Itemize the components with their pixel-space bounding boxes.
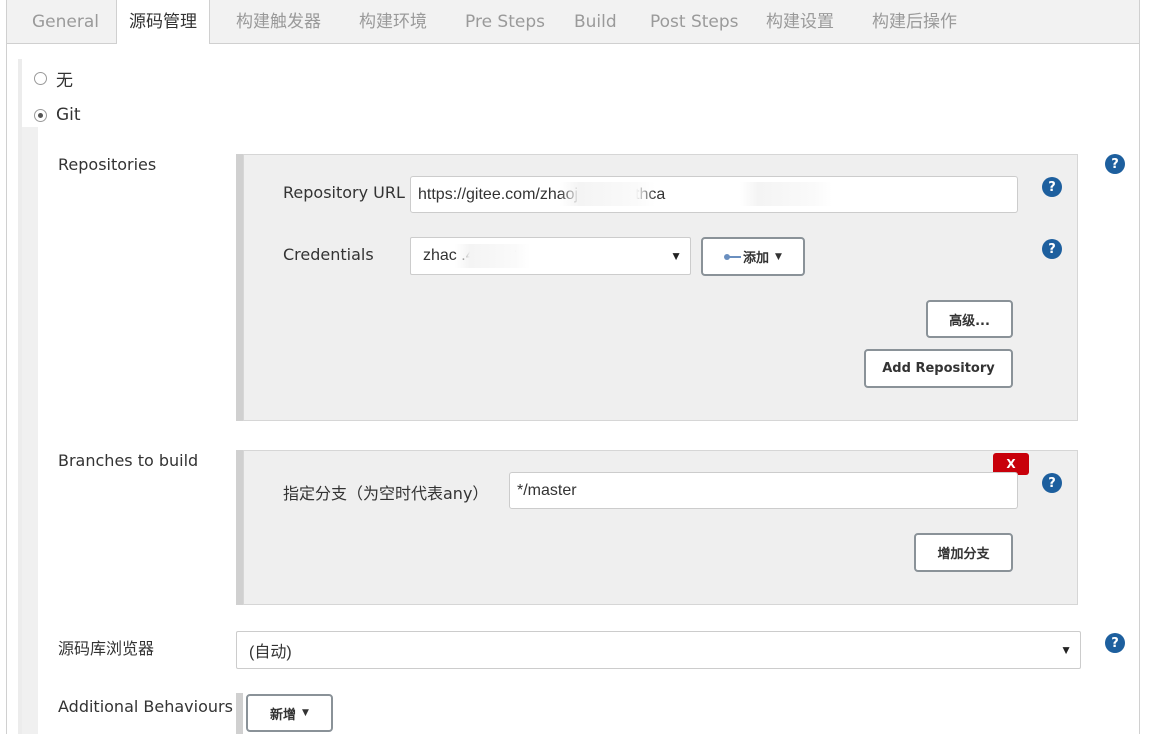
repository-url-label: Repository URL <box>283 183 405 202</box>
add-branch-button[interactable]: 增加分支 <box>914 533 1013 572</box>
help-icon[interactable]: ? <box>1042 473 1062 493</box>
add-repository-label: Add Repository <box>882 361 995 376</box>
help-icon[interactable]: ? <box>1105 154 1125 174</box>
chevron-down-icon: ▼ <box>302 708 309 718</box>
branch-specifier-label: 指定分支（为空时代表any） <box>283 484 489 503</box>
add-repository-button[interactable]: Add Repository <box>864 349 1013 388</box>
tab-post-steps[interactable]: Post Steps <box>650 0 739 44</box>
redaction-blur <box>740 182 832 206</box>
scm-option-none[interactable]: 无 <box>34 67 73 91</box>
repository-browser-label: 源码库浏览器 <box>58 639 155 658</box>
branch-specifier-value: */master <box>517 481 577 499</box>
tab-post-build-actions[interactable]: 构建后操作 <box>872 0 957 44</box>
tab-pre-steps[interactable]: Pre Steps <box>465 0 545 44</box>
repository-browser-value: (自动) <box>249 644 292 661</box>
key-icon <box>724 253 742 261</box>
repositories-label: Repositories <box>58 155 157 174</box>
help-icon[interactable]: ? <box>1042 239 1062 259</box>
add-behaviour-label: 新增 <box>270 707 297 723</box>
tab-source-management[interactable]: 源码管理 <box>116 0 210 45</box>
radio-git[interactable] <box>34 108 47 122</box>
branches-label: Branches to build <box>58 451 199 470</box>
tab-build-triggers[interactable]: 构建触发器 <box>236 0 321 44</box>
branches-block-bar <box>236 450 243 605</box>
chevron-down-icon: ▼ <box>775 251 782 262</box>
branch-specifier-input[interactable]: */master <box>509 472 1018 509</box>
tab-general[interactable]: General <box>32 0 99 44</box>
repository-url-input[interactable]: https://gitee.com/zhaoj 14/healthca <box>410 176 1018 213</box>
caret-down-icon: ▼ <box>1060 643 1072 657</box>
git-indent-bar <box>22 127 38 734</box>
help-icon[interactable]: ? <box>1105 633 1125 653</box>
tab-build[interactable]: Build <box>574 0 617 44</box>
add-branch-label: 增加分支 <box>937 547 990 562</box>
credentials-select[interactable]: zhac .4/****** ▼ <box>410 237 691 275</box>
help-icon[interactable]: ? <box>1042 177 1062 197</box>
repositories-block-bar <box>236 154 243 421</box>
tab-build-environment[interactable]: 构建环境 <box>359 0 427 44</box>
behaviours-block-bar <box>236 693 243 734</box>
caret-down-icon: ▼ <box>670 249 682 263</box>
tab-bar: General 源码管理 构建触发器 构建环境 Pre Steps Build … <box>6 0 1140 45</box>
advanced-button[interactable]: 高级... <box>926 300 1013 338</box>
additional-behaviours-label: Additional Behaviours <box>58 697 233 716</box>
scm-option-none-label: 无 <box>56 70 73 91</box>
scm-option-git[interactable]: Git <box>34 104 81 126</box>
tab-build-settings[interactable]: 构建设置 <box>766 0 834 44</box>
scm-option-git-label: Git <box>56 105 81 125</box>
credentials-label: Credentials <box>283 245 374 264</box>
redaction-blur <box>455 244 530 268</box>
advanced-button-label: 高级... <box>949 313 990 329</box>
radio-none[interactable] <box>34 71 47 85</box>
redaction-blur <box>560 182 655 206</box>
repository-browser-select[interactable]: (自动) ▼ <box>236 631 1081 669</box>
add-credentials-button[interactable]: 添加 ▼ <box>701 237 805 276</box>
add-behaviour-button[interactable]: 新增 ▼ <box>246 694 333 732</box>
add-credentials-label: 添加 <box>743 251 770 266</box>
